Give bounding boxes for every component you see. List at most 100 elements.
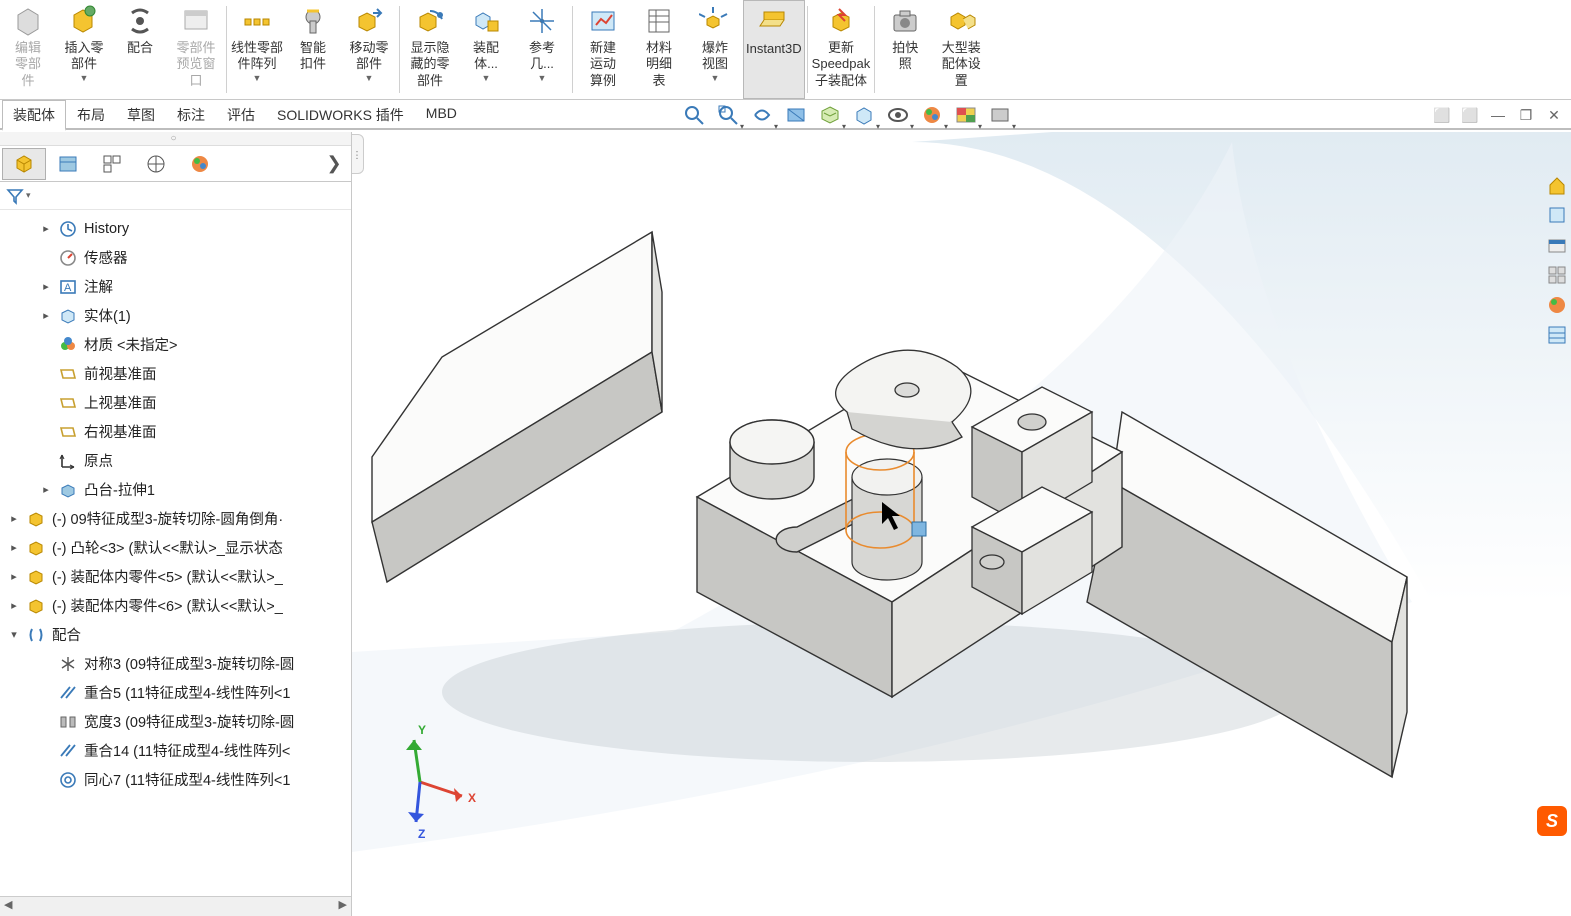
tree-expand-icon[interactable]: ▾ [8,628,20,641]
ribbon-insert-component[interactable]: 插入零 部件▼ [56,0,112,99]
appearance-icon[interactable]: ▾ [918,101,946,129]
zoom-fit-icon[interactable] [680,101,708,129]
width-icon [58,712,78,732]
tree-row[interactable]: ▸(-) 装配体内零件<5> (默认<<默认>_ [0,562,351,591]
speedpak-icon [824,4,858,38]
tree-expand-icon[interactable]: ▸ [40,222,52,235]
display-style-icon[interactable]: ▾ [850,101,878,129]
ribbon-label: 参考 几... [529,40,555,73]
plane-icon [58,364,78,384]
previous-view-icon[interactable]: ▾ [748,101,776,129]
tab-6[interactable]: MBD [415,100,468,129]
tree-row[interactable]: ▸ 实体(1) [0,301,351,330]
ribbon-ref-geometry[interactable]: 参考 几...▼ [514,0,570,99]
model-scene: X Y Z [352,132,1571,916]
ribbon-bom[interactable]: 材料 明细 表 [631,0,687,99]
graphics-viewport[interactable]: ︙ [352,132,1571,916]
tree-label: 实体(1) [84,305,131,326]
scene-icon[interactable]: ▾ [952,101,980,129]
dimxpert-manager-tab[interactable] [134,148,178,180]
tree-row[interactable]: ▾ 配合 [0,620,351,649]
tree-row[interactable]: 传感器 [0,243,351,272]
tree-row[interactable]: 同心7 (11特征成型4-线性阵列<1 [0,765,351,794]
tab-3[interactable]: 标注 [166,100,216,129]
tree-expand-icon[interactable]: ▸ [8,570,20,583]
tree-row[interactable]: ▸凸台-拉伸1 [0,475,351,504]
tree-row[interactable]: 前视基准面 [0,359,351,388]
tab-0[interactable]: 装配体 [2,100,66,131]
ribbon-snapshot[interactable]: 拍快 照 [877,0,933,99]
ribbon-assembly-features[interactable]: 装配 体...▼ [458,0,514,99]
tree-row[interactable]: 对称3 (09特征成型3-旋转切除-圆 [0,649,351,678]
property-manager-tab[interactable] [46,148,90,180]
concentric-icon [58,770,78,790]
tab-4[interactable]: 评估 [216,100,266,129]
tree-row[interactable]: ▸A注解 [0,272,351,301]
tab-5[interactable]: SOLIDWORKS 插件 [266,100,415,129]
view-settings-icon[interactable]: ▾ [986,101,1014,129]
tab-1[interactable]: 布局 [66,100,116,129]
view-orientation-icon[interactable]: ▾ [816,101,844,129]
tree-row[interactable]: ▸(-) 09特征成型3-旋转切除-圆角倒角· [0,504,351,533]
tree-row[interactable]: ▸(-) 凸轮<3> (默认<<默认>_显示状态 [0,533,351,562]
ribbon-show-hidden[interactable]: 显示隐 藏的零 部件 [402,0,458,99]
hide-show-icon[interactable]: ▾ [884,101,912,129]
taskpane-appearances-icon[interactable] [1544,292,1570,318]
tree-row[interactable]: 材质 <未指定> [0,330,351,359]
tree-expand-icon[interactable]: ▸ [40,483,52,496]
tree-expand-icon[interactable]: ▸ [8,599,20,612]
feature-tree[interactable]: ⌃ ▸History传感器▸A注解▸实体(1)材质 <未指定>前视基准面上视基准… [0,210,351,896]
ribbon-exploded-view[interactable]: 爆炸 视图▼ [687,0,743,99]
ribbon-mate[interactable]: 配合 [112,0,168,99]
tree-row[interactable]: 上视基准面 [0,388,351,417]
display-manager-tab[interactable] [178,148,222,180]
feature-manager-tabs: ❯ [0,146,351,182]
tree-expand-icon[interactable]: ▸ [8,541,20,554]
minimize-icon[interactable]: — [1487,104,1509,126]
feature-tree-tab[interactable] [2,148,46,180]
taskpane-home-icon[interactable] [1544,172,1570,198]
ribbon-instant3d[interactable]: Instant3D [743,0,805,99]
ribbon-smart-fastener[interactable]: 智能 扣件 [285,0,341,99]
ribbon-toolbar: 编辑 零部 件插入零 部件▼配合零部件 预览窗 口线性零部 件阵列▼智能 扣件移… [0,0,1571,100]
tab-2[interactable]: 草图 [116,100,166,129]
tree-horizontal-scrollbar[interactable] [0,896,351,916]
panel-expand-icon[interactable]: ❯ [319,149,349,179]
tree-label: 重合5 (11特征成型4-线性阵列<1 [84,682,290,703]
configuration-manager-tab[interactable] [90,148,134,180]
taskpane-explorer-icon[interactable] [1544,232,1570,258]
tree-row[interactable]: 重合5 (11特征成型4-线性阵列<1 [0,678,351,707]
ribbon-motion-study[interactable]: 新建 运动 算例 [575,0,631,99]
tree-row[interactable]: ▸(-) 装配体内零件<6> (默认<<默认>_ [0,591,351,620]
tree-filter[interactable]: ▾ [0,182,351,210]
restore-icon[interactable]: ❐ [1515,104,1537,126]
sogou-ime-icon[interactable]: S [1537,806,1567,836]
taskpane-view-palette-icon[interactable] [1544,262,1570,288]
ribbon-preview-window: 零部件 预览窗 口 [168,0,224,99]
ribbon-large-assembly[interactable]: 大型装 配体设 置 [933,0,989,99]
tree-row[interactable]: 右视基准面 [0,417,351,446]
panel-grip[interactable]: ○ [0,132,351,146]
tree-expand-icon[interactable]: ▸ [40,280,52,293]
tree-label: 配合 [52,624,81,645]
ribbon-label: 大型装 配体设 置 [942,40,981,89]
taskpane-library-icon[interactable] [1544,202,1570,228]
tree-row[interactable]: 原点 [0,446,351,475]
tree-row[interactable]: 宽度3 (09特征成型3-旋转切除-圆 [0,707,351,736]
ribbon-speedpak[interactable]: 更新 Speedpak 子装配体 [810,0,873,99]
tree-row[interactable]: 重合14 (11特征成型4-线性阵列< [0,736,351,765]
close-icon[interactable]: ✕ [1543,104,1565,126]
section-view-icon[interactable] [782,101,810,129]
prev-doc-icon[interactable]: ⬜ [1431,104,1453,126]
tree-expand-icon[interactable]: ▸ [8,512,20,525]
main-area: ○ ❯ ▾ ⌃ ▸History传感器▸A注解▸实体(1)材质 <未指定>前视基… [0,132,1571,916]
tree-row[interactable]: ▸History [0,214,351,243]
taskpane-custom-props-icon[interactable] [1544,322,1570,348]
tree-label: 上视基准面 [84,392,157,413]
next-doc-icon[interactable]: ⬜ [1459,104,1481,126]
ribbon-linear-pattern[interactable]: 线性零部 件阵列▼ [229,0,285,99]
ribbon-move-component[interactable]: 移动零 部件▼ [341,0,397,99]
tree-label: 同心7 (11特征成型4-线性阵列<1 [84,769,290,790]
zoom-area-icon[interactable]: ▾ [714,101,742,129]
tree-expand-icon[interactable]: ▸ [40,309,52,322]
